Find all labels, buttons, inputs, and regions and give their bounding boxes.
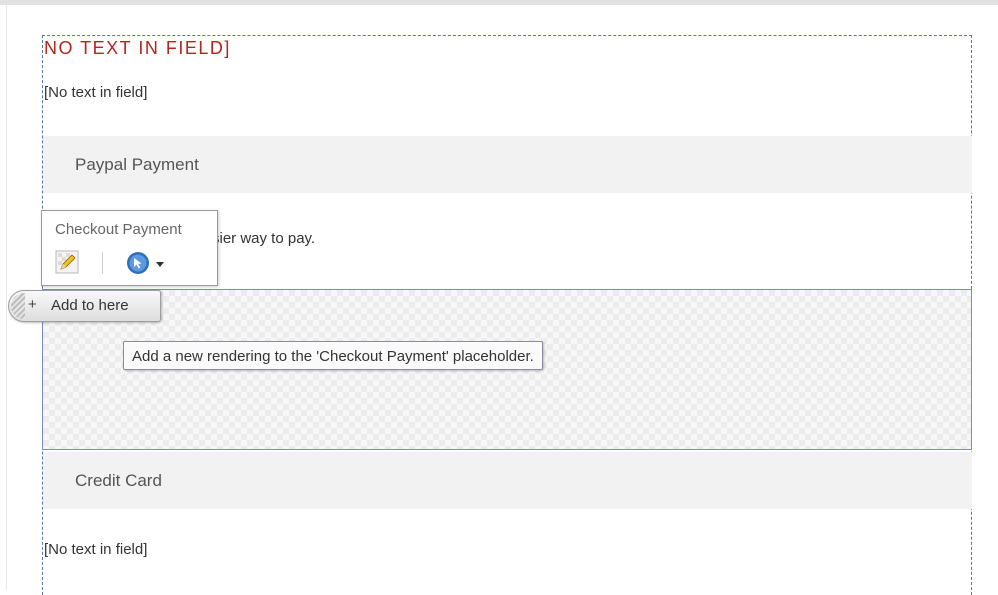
add-to-here-button[interactable]: + Add to here: [8, 290, 161, 322]
paypal-section-title[interactable]: Paypal Payment: [75, 155, 199, 175]
add-to-here-label: Add to here: [51, 297, 129, 314]
plus-icon: +: [28, 296, 37, 313]
select-rendering-icon[interactable]: [126, 251, 150, 275]
text-placeholder-field-bottom[interactable]: [No text in field]: [44, 541, 147, 558]
placeholder-chrome-toolbar: Checkout Payment: [41, 210, 218, 286]
heading-placeholder-text: NO TEXT IN FIELD: [44, 38, 225, 58]
edit-icon[interactable]: [55, 250, 79, 274]
editor-left-border: [6, 5, 7, 590]
paypal-description[interactable]: sier way to pay.: [212, 230, 315, 247]
credit-card-section-band: Credit Card: [43, 452, 972, 509]
text-placeholder-field-top[interactable]: [No text in field]: [44, 84, 147, 101]
dropdown-caret-icon[interactable]: [155, 261, 165, 269]
paypal-section-band: Paypal Payment: [43, 136, 972, 193]
chrome-toolbar-title: Checkout Payment: [55, 221, 182, 238]
heading-bracket: ]: [224, 38, 231, 58]
editor-top-border: [0, 0, 998, 5]
placeholder-tooltip: Add a new rendering to the 'Checkout Pay…: [123, 341, 543, 370]
heading-placeholder-field[interactable]: NO TEXT IN FIELD]: [44, 38, 231, 59]
button-grip: [11, 293, 25, 319]
credit-card-section-title[interactable]: Credit Card: [75, 471, 162, 491]
toolbar-separator: [102, 252, 103, 274]
